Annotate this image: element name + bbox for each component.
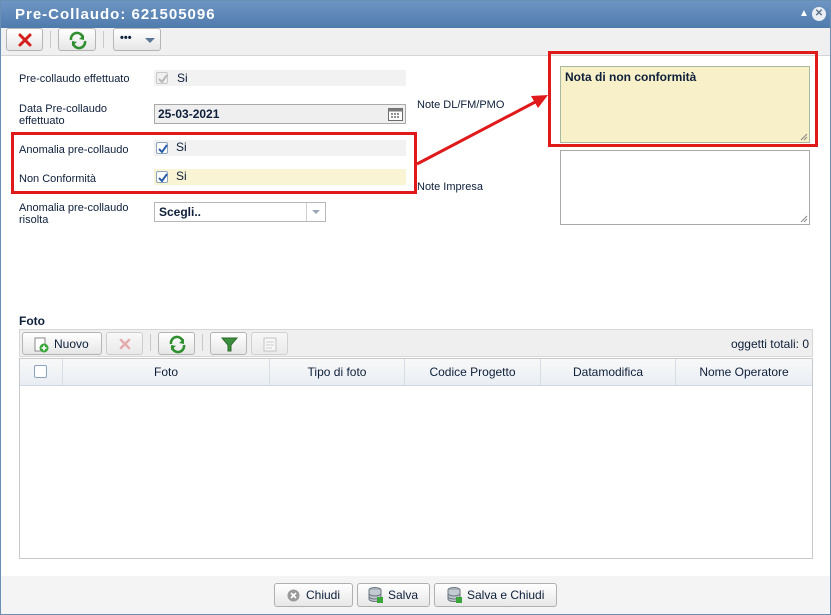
toolbar-divider bbox=[202, 334, 203, 351]
database-save-icon bbox=[447, 587, 462, 603]
total-count: oggetti totali: 0 bbox=[730, 337, 809, 351]
highlight-box-note bbox=[548, 51, 818, 147]
refresh-foto-button[interactable] bbox=[158, 332, 195, 355]
refresh-icon bbox=[69, 31, 87, 50]
delete-button[interactable] bbox=[6, 28, 43, 51]
foto-toolbar: Nuovo oggetti totali: 0 bbox=[19, 329, 813, 357]
grid-header: Foto Tipo di foto Codice Progetto Datamo… bbox=[20, 359, 812, 386]
salva-chiudi-label: Salva e Chiudi bbox=[467, 588, 545, 602]
note-impresa-label: Note Impresa bbox=[417, 181, 484, 193]
more-label: ••• bbox=[120, 32, 132, 44]
delete-icon bbox=[18, 33, 32, 47]
resize-grip-icon[interactable] bbox=[800, 215, 808, 223]
dropdown-arrow[interactable] bbox=[306, 203, 325, 221]
calendar-icon[interactable] bbox=[388, 107, 403, 121]
delete-foto-button[interactable] bbox=[106, 332, 143, 355]
anomalia-risolta-select[interactable]: Scegli.. bbox=[154, 202, 326, 222]
add-document-icon bbox=[34, 337, 49, 353]
nuovo-button[interactable]: Nuovo bbox=[22, 332, 102, 355]
precollaudo-effettuato-value: Si bbox=[177, 71, 188, 85]
salva-button[interactable]: Salva bbox=[357, 583, 430, 607]
refresh-icon bbox=[169, 335, 186, 354]
data-precollaudo-input[interactable]: 25-03-2021 bbox=[154, 104, 406, 124]
data-precollaudo-label: Data Pre-collaudo bbox=[19, 103, 108, 115]
precollaudo-effettuato-field bbox=[154, 70, 406, 86]
anomalia-risolta-label: Anomalia pre-collaudo bbox=[19, 202, 129, 214]
window-title: Pre-Collaudo: 621505096 bbox=[15, 6, 216, 23]
chiudi-button[interactable]: Chiudi bbox=[274, 583, 353, 607]
filter-icon bbox=[220, 337, 239, 352]
database-save-icon bbox=[368, 587, 383, 603]
close-window-icon[interactable]: ✕ bbox=[812, 7, 826, 21]
highlight-box-checkboxes bbox=[11, 132, 417, 194]
data-precollaudo-value: 25-03-2021 bbox=[158, 107, 220, 121]
close-circle-icon bbox=[287, 589, 300, 602]
column-header[interactable]: Tipo di foto bbox=[270, 359, 405, 385]
toolbar-divider bbox=[150, 334, 151, 351]
more-menu-button[interactable]: ••• bbox=[113, 28, 161, 51]
title-bar[interactable]: Pre-Collaudo: 621505096 ▲ ✕ bbox=[1, 1, 830, 28]
chiudi-label: Chiudi bbox=[306, 588, 341, 602]
nuovo-label: Nuovo bbox=[54, 337, 89, 351]
column-header[interactable]: Foto bbox=[63, 359, 270, 385]
data-precollaudo-label-2: effettuato bbox=[19, 115, 65, 127]
minimize-icon[interactable]: ▲ bbox=[797, 7, 811, 21]
select-all-column bbox=[20, 359, 63, 385]
filter-button[interactable] bbox=[210, 332, 247, 355]
refresh-button[interactable] bbox=[58, 28, 96, 51]
toolbar-divider bbox=[50, 31, 51, 48]
delete-icon bbox=[119, 338, 131, 350]
export-icon bbox=[263, 337, 277, 352]
note-impresa-textarea[interactable] bbox=[560, 150, 810, 225]
precollaudo-effettuato-checkbox bbox=[156, 72, 168, 84]
precollaudo-effettuato-label: Pre-collaudo effettuato bbox=[19, 73, 130, 85]
chevron-down-icon bbox=[312, 210, 320, 214]
foto-grid: Foto Tipo di foto Codice Progetto Datamo… bbox=[19, 358, 813, 559]
chevron-down-icon bbox=[145, 38, 155, 43]
salva-chiudi-button[interactable]: Salva e Chiudi bbox=[434, 583, 557, 607]
toolbar-divider bbox=[103, 31, 104, 48]
salva-label: Salva bbox=[388, 588, 419, 602]
annotation-arrow-icon bbox=[416, 95, 548, 166]
column-header[interactable]: Datamodifica bbox=[541, 359, 676, 385]
export-button[interactable] bbox=[251, 332, 288, 355]
anomalia-risolta-value: Scegli.. bbox=[159, 205, 202, 219]
check-icon bbox=[158, 74, 168, 84]
select-all-checkbox[interactable] bbox=[34, 365, 47, 378]
column-header[interactable]: Nome Operatore bbox=[676, 359, 812, 385]
dialog-window: Pre-Collaudo: 621505096 ▲ ✕ ••• Pre-coll… bbox=[0, 0, 831, 615]
column-header[interactable]: Codice Progetto bbox=[405, 359, 541, 385]
foto-section-title: Foto bbox=[19, 314, 45, 328]
anomalia-risolta-label-2: risolta bbox=[19, 214, 49, 226]
